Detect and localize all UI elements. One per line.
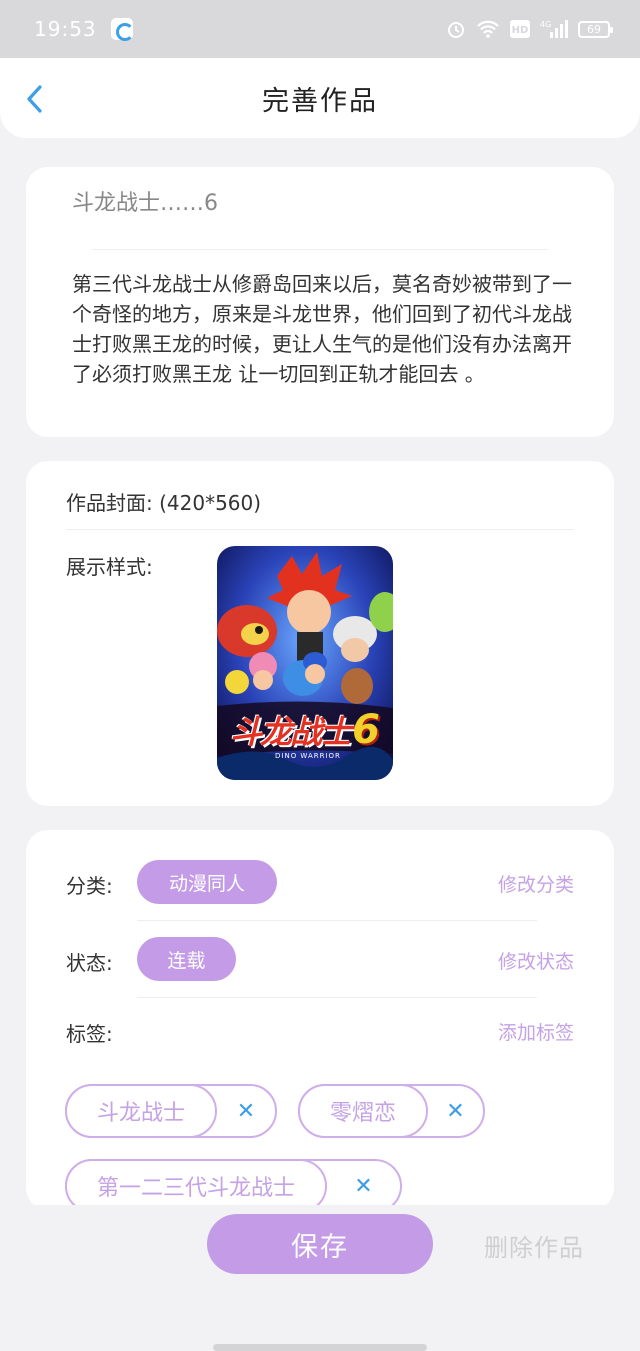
remove-tag-icon[interactable]: ✕ bbox=[428, 1099, 483, 1124]
cover-logo-text: 斗龙战士 bbox=[230, 713, 352, 751]
header: 完善作品 bbox=[0, 58, 640, 138]
tag-chip: 斗龙战士 ✕ bbox=[65, 1084, 277, 1138]
display-style-label: 展示样式: bbox=[66, 555, 153, 579]
home-indicator bbox=[213, 1344, 427, 1351]
delete-work-button[interactable]: 删除作品 bbox=[484, 1228, 584, 1263]
hd-icon: HD bbox=[510, 20, 530, 38]
tag-label: 斗龙战士 bbox=[65, 1084, 218, 1138]
page-title: 完善作品 bbox=[262, 85, 378, 117]
divider bbox=[137, 997, 537, 998]
back-arrow-icon[interactable] bbox=[20, 84, 50, 114]
tags-label: 标签: bbox=[66, 1022, 113, 1046]
svg-text:4G: 4G bbox=[540, 20, 551, 29]
divider bbox=[92, 249, 548, 250]
category-pill: 动漫同人 bbox=[137, 860, 277, 904]
divider bbox=[66, 529, 574, 530]
synopsis-textarea[interactable]: 第三代斗龙战士从修爵岛回来以后，莫名奇妙被带到了一个奇怪的地方，原来是斗龙世界，… bbox=[72, 269, 572, 389]
cover-label: 作品封面: (420*560) bbox=[66, 491, 262, 515]
wifi-icon bbox=[477, 20, 499, 38]
tag-label: 零熠恋 bbox=[298, 1084, 429, 1138]
work-info-card: 斗龙战士……6 第三代斗龙战士从修爵岛回来以后，莫名奇妙被带到了一个奇怪的地方，… bbox=[26, 167, 614, 437]
edit-category-link[interactable]: 修改分类 bbox=[498, 870, 574, 897]
cover-logo: 斗龙战士 6 bbox=[217, 706, 393, 754]
divider bbox=[137, 920, 537, 921]
alarm-icon bbox=[448, 22, 464, 38]
svg-text:HD: HD bbox=[512, 25, 529, 36]
status-label: 状态: bbox=[66, 951, 113, 975]
cover-logo-subtitle: DINO WARRIOR bbox=[275, 752, 341, 760]
status-pill: 连载 bbox=[137, 937, 236, 981]
work-title-input[interactable]: 斗龙战士……6 bbox=[72, 185, 218, 217]
save-button[interactable]: 保存 bbox=[207, 1214, 433, 1274]
tag-chip: 零熠恋 ✕ bbox=[298, 1084, 485, 1138]
tag-label: 第一二三代斗龙战士 bbox=[65, 1159, 328, 1210]
edit-status-link[interactable]: 修改状态 bbox=[498, 947, 574, 974]
status-icons: HD 4G 69 bbox=[446, 19, 613, 39]
status-time: 19:53 bbox=[34, 17, 97, 41]
status-bar: 19:53 HD 4G 69 bbox=[0, 0, 640, 58]
app-notification-icon bbox=[110, 18, 134, 41]
add-tag-link[interactable]: 添加标签 bbox=[498, 1018, 574, 1045]
remove-tag-icon[interactable]: ✕ bbox=[327, 1174, 400, 1199]
meta-card: 分类: 动漫同人 修改分类 状态: 连载 修改状态 标签: 添加标签 斗龙战士 … bbox=[26, 830, 614, 1210]
category-label: 分类: bbox=[66, 874, 113, 898]
battery-icon: 69 bbox=[578, 20, 613, 38]
tag-chip: 第一二三代斗龙战士 ✕ bbox=[65, 1159, 402, 1210]
cover-card: 作品封面: (420*560) 展示样式: 斗龙战士 6 DINO WARRIO… bbox=[26, 461, 614, 806]
signal-icon: 4G bbox=[540, 20, 568, 38]
cover-logo-number: 6 bbox=[352, 707, 380, 753]
cover-image[interactable]: 斗龙战士 6 DINO WARRIOR bbox=[217, 546, 393, 780]
remove-tag-icon[interactable]: ✕ bbox=[217, 1099, 275, 1124]
